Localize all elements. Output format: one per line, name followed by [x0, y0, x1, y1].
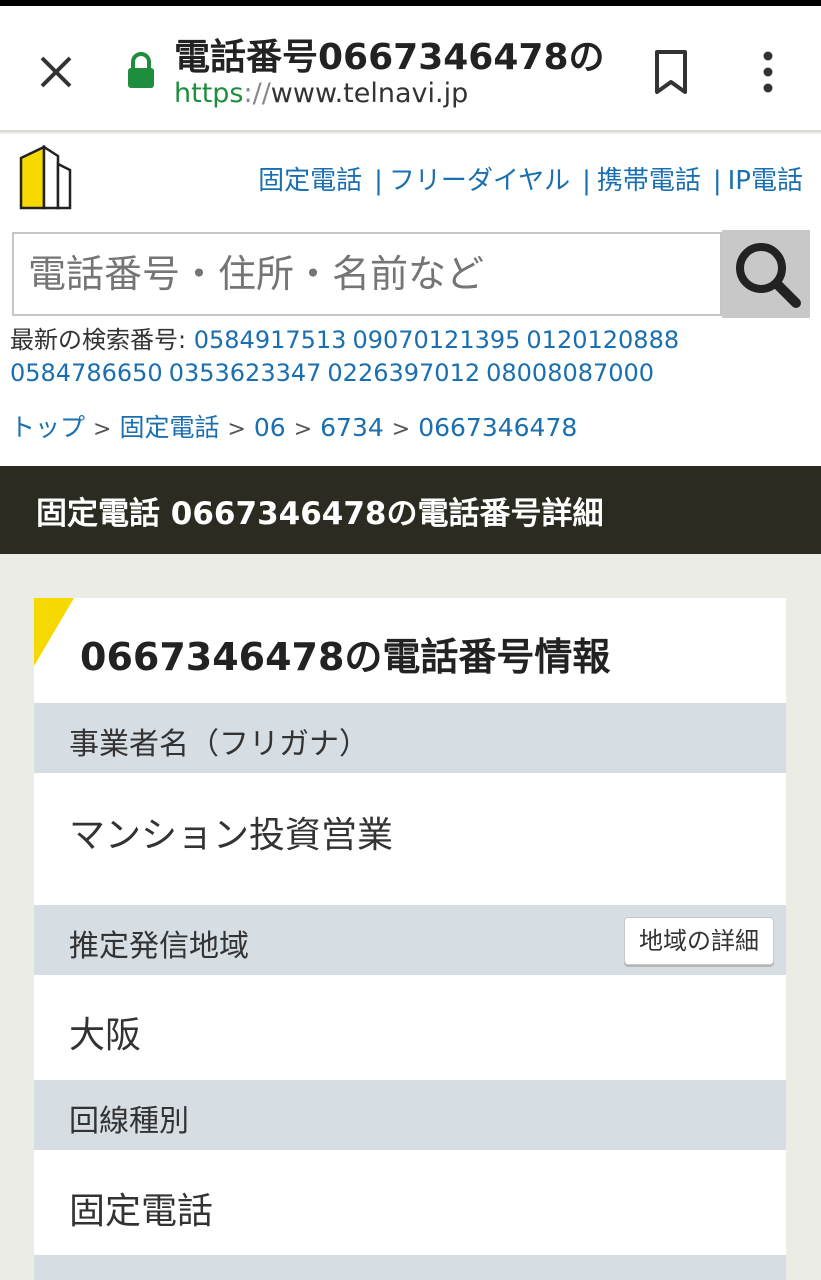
- card-title: 0667346478の電話番号情報: [80, 635, 611, 679]
- url-scheme: https: [174, 78, 244, 109]
- row-header-business-name: 事業者名（フリガナ）: [34, 703, 786, 773]
- row-label: 事業者名（フリガナ）: [69, 727, 369, 762]
- breadcrumb-separator: >: [93, 417, 112, 442]
- recent-searches-line-1: 最新の検索番号: 0584917513 09070121395 0120120888: [10, 324, 811, 357]
- recent-searches: 最新の検索番号: 0584917513 09070121395 0120120888…: [0, 324, 821, 472]
- recent-number-link[interactable]: 0120120888: [526, 326, 679, 354]
- recent-number-link[interactable]: 08008087000: [486, 359, 654, 387]
- close-icon[interactable]: [28, 44, 84, 100]
- bookmark-icon[interactable]: [648, 44, 694, 100]
- breadcrumb-landline[interactable]: 固定電話: [119, 413, 219, 442]
- nav-link-mobile[interactable]: 携帯電話: [597, 166, 701, 196]
- search-button[interactable]: [722, 230, 810, 318]
- search-bar: [0, 226, 821, 324]
- row-label: 回線種別: [69, 1104, 189, 1139]
- row-header-next: [34, 1255, 786, 1280]
- recent-searches-label: 最新の検索番号:: [10, 326, 187, 354]
- url-host: www.telnavi.jp: [270, 78, 469, 109]
- corner-accent: [34, 598, 74, 666]
- breadcrumb-separator: >: [391, 417, 411, 442]
- nav-link-freedial[interactable]: フリーダイヤル: [389, 166, 570, 196]
- row-label: 推定発信地域: [69, 929, 249, 964]
- region-detail-button[interactable]: 地域の詳細: [624, 917, 774, 965]
- recent-number-link[interactable]: 09070121395: [352, 326, 520, 354]
- row-header-region: 推定発信地域 地域の詳細: [34, 905, 786, 975]
- url-separator: ://: [243, 78, 271, 109]
- nav-separator: |: [374, 166, 383, 196]
- region-value: 大阪: [69, 1015, 142, 1056]
- breadcrumb-exchange[interactable]: 6734: [320, 413, 384, 442]
- recent-number-link[interactable]: 0584786650: [10, 359, 163, 387]
- address-bar-url[interactable]: https://www.telnavi.jp: [174, 78, 468, 109]
- business-name-value: マンション投資営業: [69, 815, 394, 856]
- page-title: 固定電話 0667346478の電話番号詳細: [36, 496, 604, 532]
- line-type-value: 固定電話: [69, 1191, 214, 1232]
- search-input[interactable]: [12, 232, 722, 316]
- row-header-line-type: 回線種別: [34, 1080, 786, 1150]
- nav-separator: |: [582, 166, 591, 196]
- browser-toolbar: 電話番号0667346478の相 https://www.telnavi.jp: [0, 6, 821, 132]
- site-header: 固定電話 | フリーダイヤル | 携帯電話 | IP電話: [0, 134, 821, 226]
- nav-separator: |: [712, 166, 722, 196]
- breadcrumb-top[interactable]: トップ: [10, 413, 85, 442]
- breadcrumb-area-code[interactable]: 06: [254, 413, 286, 442]
- page-heading-banner: 固定電話 0667346478の電話番号詳細: [0, 466, 821, 554]
- site-logo[interactable]: [18, 144, 74, 210]
- search-icon: [736, 243, 801, 308]
- breadcrumb: トップ > 固定電話 >06 >6734 >0667346478: [10, 408, 577, 444]
- recent-searches-line-2: 0584786650 0353623347 0226397012 0800808700…: [10, 357, 811, 390]
- phone-info-card: 0667346478の電話番号情報 事業者名（フリガナ） マンション投資営業 推…: [34, 598, 786, 1280]
- recent-number-link[interactable]: 0584917513: [194, 326, 347, 354]
- breadcrumb-separator: >: [227, 417, 246, 442]
- breadcrumb-number[interactable]: 0667346478: [418, 413, 577, 442]
- page-tab-title: 電話番号0667346478の相: [174, 37, 604, 78]
- lock-icon: [128, 52, 154, 88]
- recent-number-link[interactable]: 0353623347: [169, 359, 322, 387]
- nav-link-landline[interactable]: 固定電話: [258, 166, 362, 196]
- breadcrumb-separator: >: [293, 417, 313, 442]
- recent-number-link[interactable]: 0226397012: [327, 359, 480, 387]
- more-menu-icon[interactable]: [748, 44, 788, 100]
- category-nav: 固定電話 | フリーダイヤル | 携帯電話 | IP電話: [258, 160, 803, 197]
- nav-link-ip-phone[interactable]: IP電話: [728, 166, 803, 196]
